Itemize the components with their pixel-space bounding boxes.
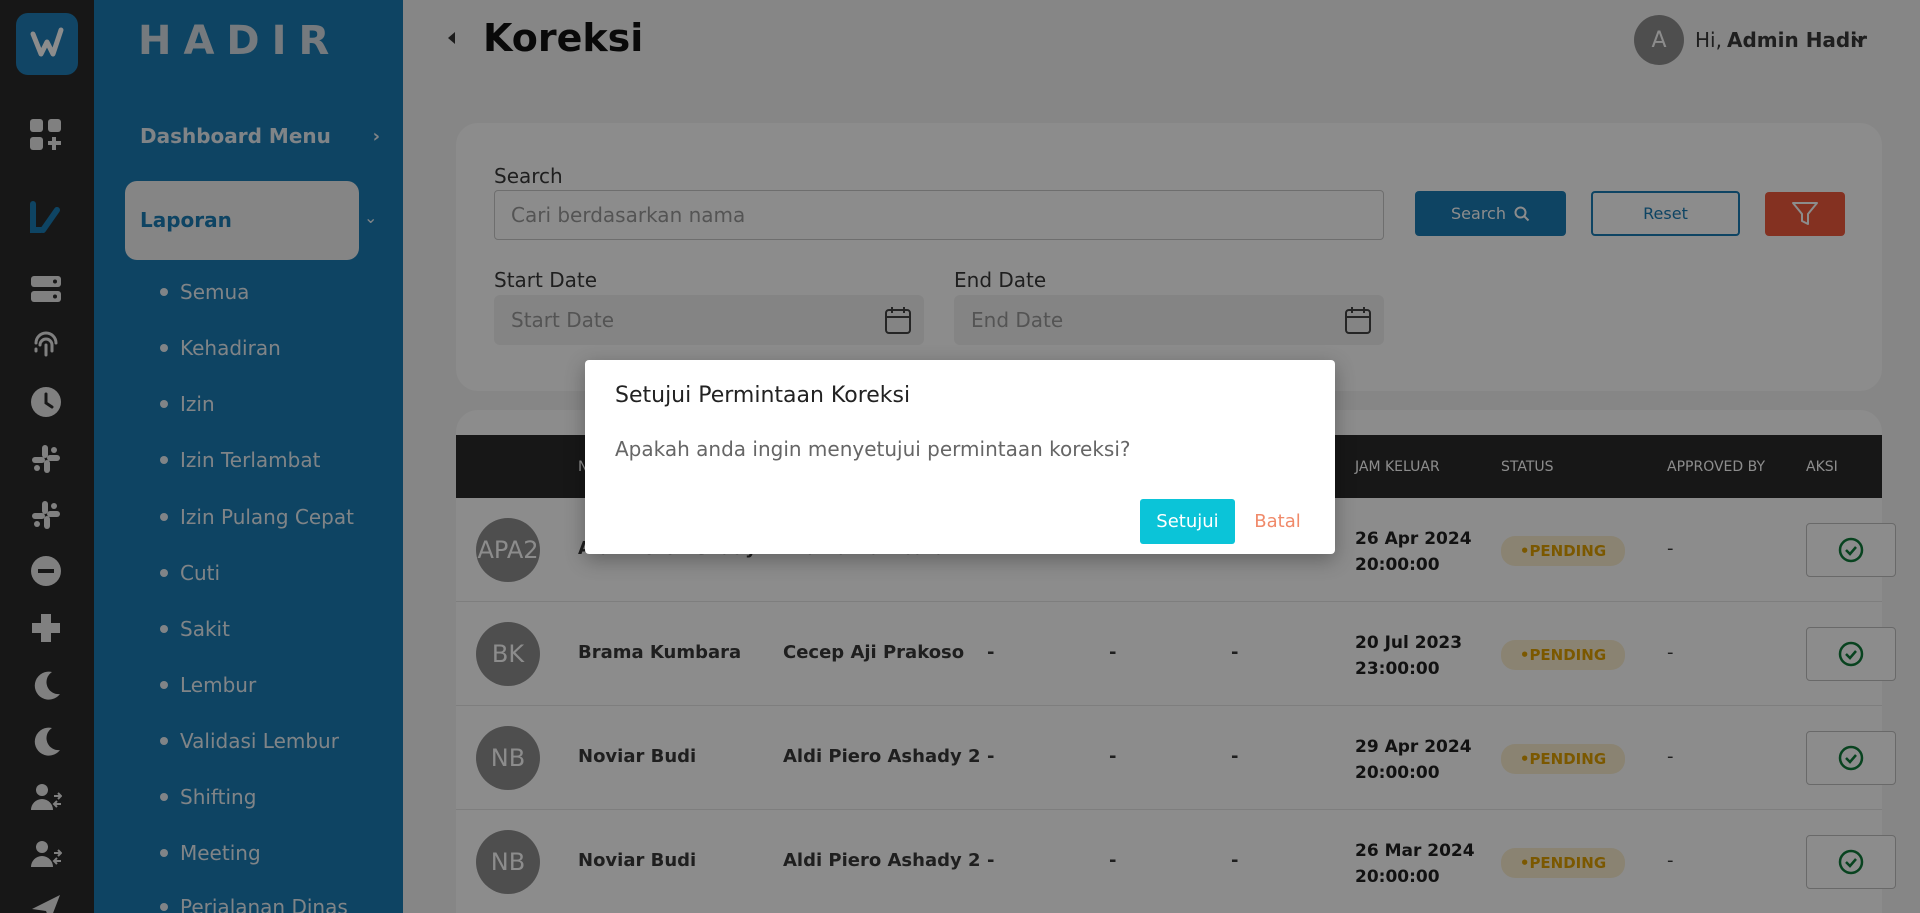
confirm-dialog: Setujui Permintaan Koreksi Apakah anda i… [585,360,1335,554]
cancel-button[interactable]: Batal [1245,499,1310,544]
approve-confirm-button[interactable]: Setujui [1140,499,1235,544]
dialog-title: Setujui Permintaan Koreksi [615,383,911,408]
dialog-message: Apakah anda ingin menyetujui permintaan … [615,437,1131,461]
